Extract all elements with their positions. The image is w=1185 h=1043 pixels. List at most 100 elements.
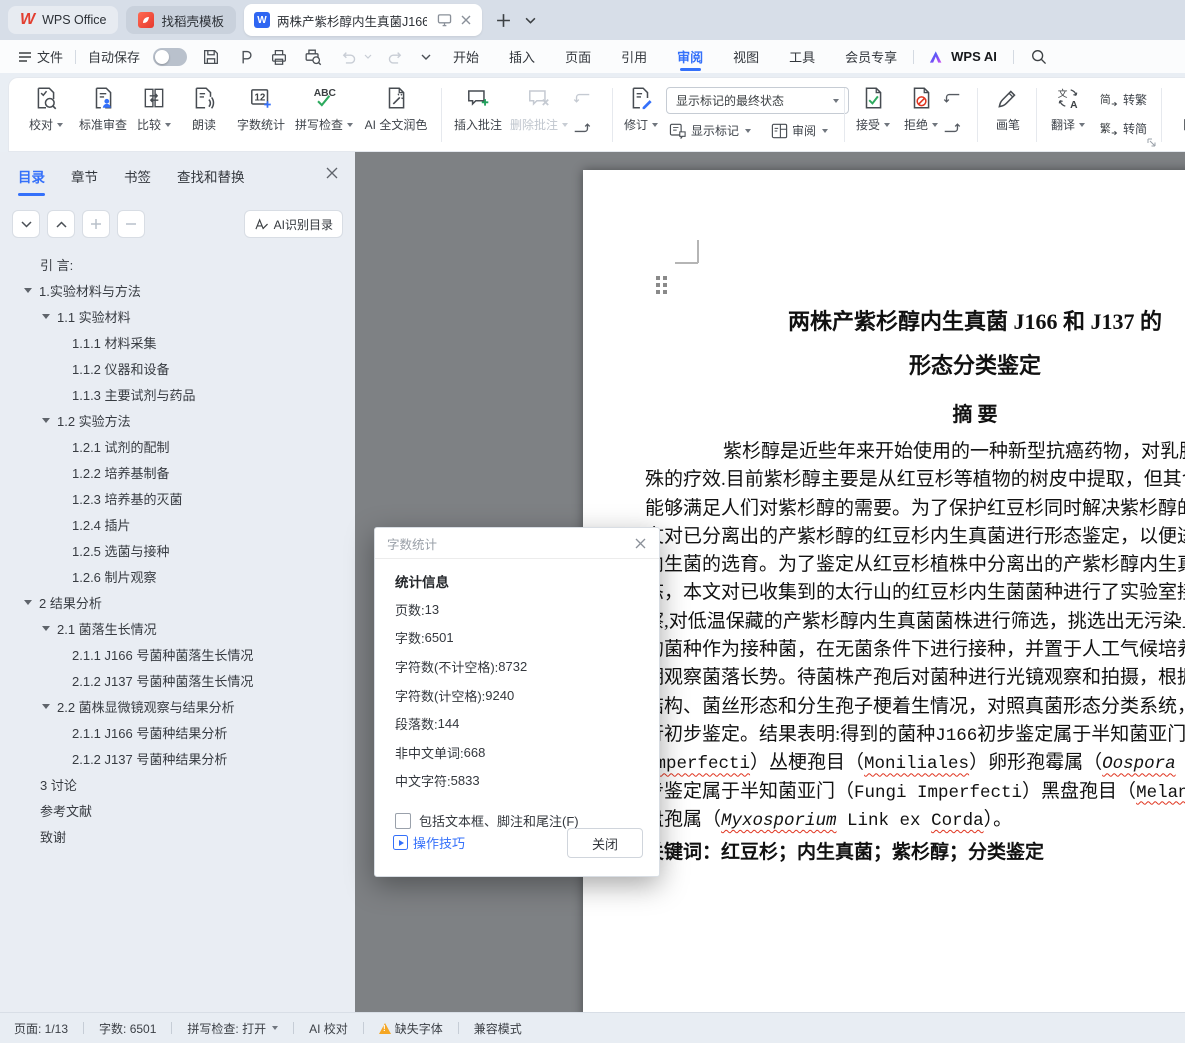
dialog-close-icon[interactable]: [634, 537, 647, 550]
status-missing-font[interactable]: 缺失字体: [379, 1020, 443, 1037]
toc-item[interactable]: 2 结果分析: [0, 589, 355, 615]
toc-item[interactable]: 1.2 实验方法: [0, 407, 355, 433]
review-pane-button[interactable]: 审阅: [771, 122, 828, 139]
ai-recognize-toc-button[interactable]: AI识别目录: [244, 210, 343, 238]
menu-tab-引用[interactable]: 引用: [619, 40, 649, 73]
tab-docer-templates[interactable]: 找稻壳模板: [126, 6, 236, 34]
toc-item[interactable]: 参考文献: [0, 797, 355, 823]
toc-expand-down-button[interactable]: [12, 210, 40, 238]
next-change-icon[interactable]: [941, 116, 963, 136]
translate-button[interactable]: 文A 翻译: [1040, 85, 1096, 133]
delete-comment-button[interactable]: 删除批注: [503, 85, 575, 133]
print-preview-icon[interactable]: [303, 47, 323, 67]
redo-icon[interactable]: [386, 47, 405, 66]
toc-item[interactable]: 3 讨论: [0, 771, 355, 797]
group-expand-icon[interactable]: [1147, 138, 1156, 147]
autosave-toggle[interactable]: [153, 48, 187, 66]
menu-tab-插入[interactable]: 插入: [507, 40, 537, 73]
tab-wps-office[interactable]: W WPS Office: [8, 6, 118, 34]
sidebar-close-icon[interactable]: [325, 166, 339, 180]
toc-item[interactable]: 1.1.3 主要试剂与药品: [0, 381, 355, 407]
toc-item[interactable]: 1.实验材料与方法: [0, 277, 355, 303]
toc-item[interactable]: 致谢: [0, 823, 355, 849]
insert-comment-button[interactable]: 插入批注: [445, 85, 511, 133]
toc-item[interactable]: 1.2.6 制片观察: [0, 563, 355, 589]
toc-collapse-triangle-icon[interactable]: [42, 418, 50, 423]
export-pdf-icon[interactable]: [235, 47, 255, 67]
toc-item[interactable]: 1.2.3 培养基的灭菌: [0, 485, 355, 511]
status-spellcheck[interactable]: 拼写检查: 打开: [187, 1020, 278, 1037]
sidebar-tab-目录[interactable]: 目录: [18, 166, 45, 194]
menu-tab-工具[interactable]: 工具: [787, 40, 817, 73]
toc-collapse-up-button[interactable]: [47, 210, 75, 238]
dialog-title-bar[interactable]: 字数统计: [375, 528, 659, 559]
spell-check-button[interactable]: ABC 拼写检查: [291, 85, 357, 133]
reject-button[interactable]: 拒绝: [896, 85, 946, 133]
toc-item[interactable]: 2.1.1 J166 号菌种菌落生长情况: [0, 641, 355, 667]
search-icon[interactable]: [1030, 48, 1048, 66]
toc-item[interactable]: 1.2.2 培养基制备: [0, 459, 355, 485]
status-ai-proofread[interactable]: AI 校对: [309, 1020, 348, 1037]
new-tab-button[interactable]: [496, 13, 511, 28]
read-aloud-button[interactable]: 朗读: [179, 85, 229, 133]
status-page[interactable]: 页面: 1/13: [14, 1020, 68, 1037]
monitor-icon[interactable]: [437, 13, 452, 27]
next-comment-icon[interactable]: [571, 116, 593, 136]
toc-item[interactable]: 2.2 菌株显微镜观察与结果分析: [0, 693, 355, 719]
track-changes-button[interactable]: 修订: [616, 85, 666, 133]
dialog-close-button[interactable]: 关闭: [567, 828, 643, 858]
toc-collapse-triangle-icon[interactable]: [24, 288, 32, 293]
document-page[interactable]: 两株产紫杉醇内生真菌 J166 和 J137 的 形态分类鉴定 摘 要 紫杉醇是…: [583, 170, 1185, 1013]
toc-item[interactable]: 1.2.1 试剂的配制: [0, 433, 355, 459]
paragraph-drag-handle-icon[interactable]: [656, 276, 671, 295]
sidebar-tab-章节[interactable]: 章节: [71, 166, 98, 194]
show-markup-button[interactable]: 显示标记: [669, 122, 751, 139]
quickbar-chevron-icon[interactable]: [421, 54, 431, 60]
menu-tab-开始[interactable]: 开始: [451, 40, 481, 73]
file-menu-button[interactable]: 文件: [18, 47, 63, 66]
print-icon[interactable]: [269, 47, 289, 67]
toc-collapse-triangle-icon[interactable]: [24, 600, 32, 605]
pen-button[interactable]: 画笔: [981, 85, 1035, 133]
word-count-button[interactable]: 12 字数统计: [227, 85, 295, 133]
sidebar-tab-查找和替换[interactable]: 查找和替换: [177, 166, 245, 194]
toc-item[interactable]: 1.1.2 仪器和设备: [0, 355, 355, 381]
undo-icon[interactable]: [339, 47, 358, 66]
menu-tab-页面[interactable]: 页面: [563, 40, 593, 73]
toc-item[interactable]: 2.1.2 J137 号菌种结果分析: [0, 745, 355, 771]
toc-collapse-triangle-icon[interactable]: [42, 314, 50, 319]
toc-zoom-in-button[interactable]: [82, 210, 110, 238]
undo-chevron-icon[interactable]: [364, 54, 372, 59]
toc-item[interactable]: 2.1 菌落生长情况: [0, 615, 355, 641]
to-simplified-button[interactable]: 繁 转简: [1099, 120, 1147, 137]
markup-state-dropdown[interactable]: 显示标记的最终状态: [666, 87, 849, 114]
toc-item[interactable]: 1.2.5 选菌与接种: [0, 537, 355, 563]
previous-change-icon[interactable]: [941, 90, 963, 110]
toc-collapse-triangle-icon[interactable]: [42, 626, 50, 631]
toc-collapse-triangle-icon[interactable]: [42, 704, 50, 709]
to-traditional-button[interactable]: 简 转繁: [1099, 91, 1147, 108]
toc-zoom-out-button[interactable]: [117, 210, 145, 238]
previous-comment-icon[interactable]: [571, 90, 593, 110]
menu-tab-视图[interactable]: 视图: [731, 40, 761, 73]
status-word-count[interactable]: 字数: 6501: [99, 1020, 156, 1037]
menu-tab-会员专享[interactable]: 会员专享: [843, 40, 899, 73]
ai-polish-button[interactable]: AI 全文润色: [353, 85, 439, 133]
wps-ai-button[interactable]: WPS AI: [928, 49, 997, 64]
toc-item[interactable]: 1.1.1 材料采集: [0, 329, 355, 355]
toc-item[interactable]: 引 言:: [0, 251, 355, 277]
toc-item[interactable]: 1.2.4 插片: [0, 511, 355, 537]
sidebar-tab-书签[interactable]: 书签: [124, 166, 151, 194]
compare-button[interactable]: 比较: [127, 85, 181, 133]
accept-button[interactable]: 接受: [848, 85, 898, 133]
status-compat-mode[interactable]: 兼容模式: [474, 1020, 522, 1037]
tab-document[interactable]: W 两株产紫杉醇内生真菌J166和: [244, 4, 482, 36]
toc-item[interactable]: 1.1 实验材料: [0, 303, 355, 329]
save-icon[interactable]: [201, 47, 221, 67]
include-footnotes-checkbox[interactable]: 包括文本框、脚注和尾注(F): [395, 811, 579, 830]
tab-list-chevron-icon[interactable]: [525, 17, 536, 24]
close-tab-icon[interactable]: [460, 14, 472, 26]
tips-link[interactable]: 操作技巧: [393, 833, 465, 852]
menu-tab-审阅[interactable]: 审阅: [675, 40, 705, 73]
toc-item[interactable]: 2.1.1 J166 号菌种结果分析: [0, 719, 355, 745]
